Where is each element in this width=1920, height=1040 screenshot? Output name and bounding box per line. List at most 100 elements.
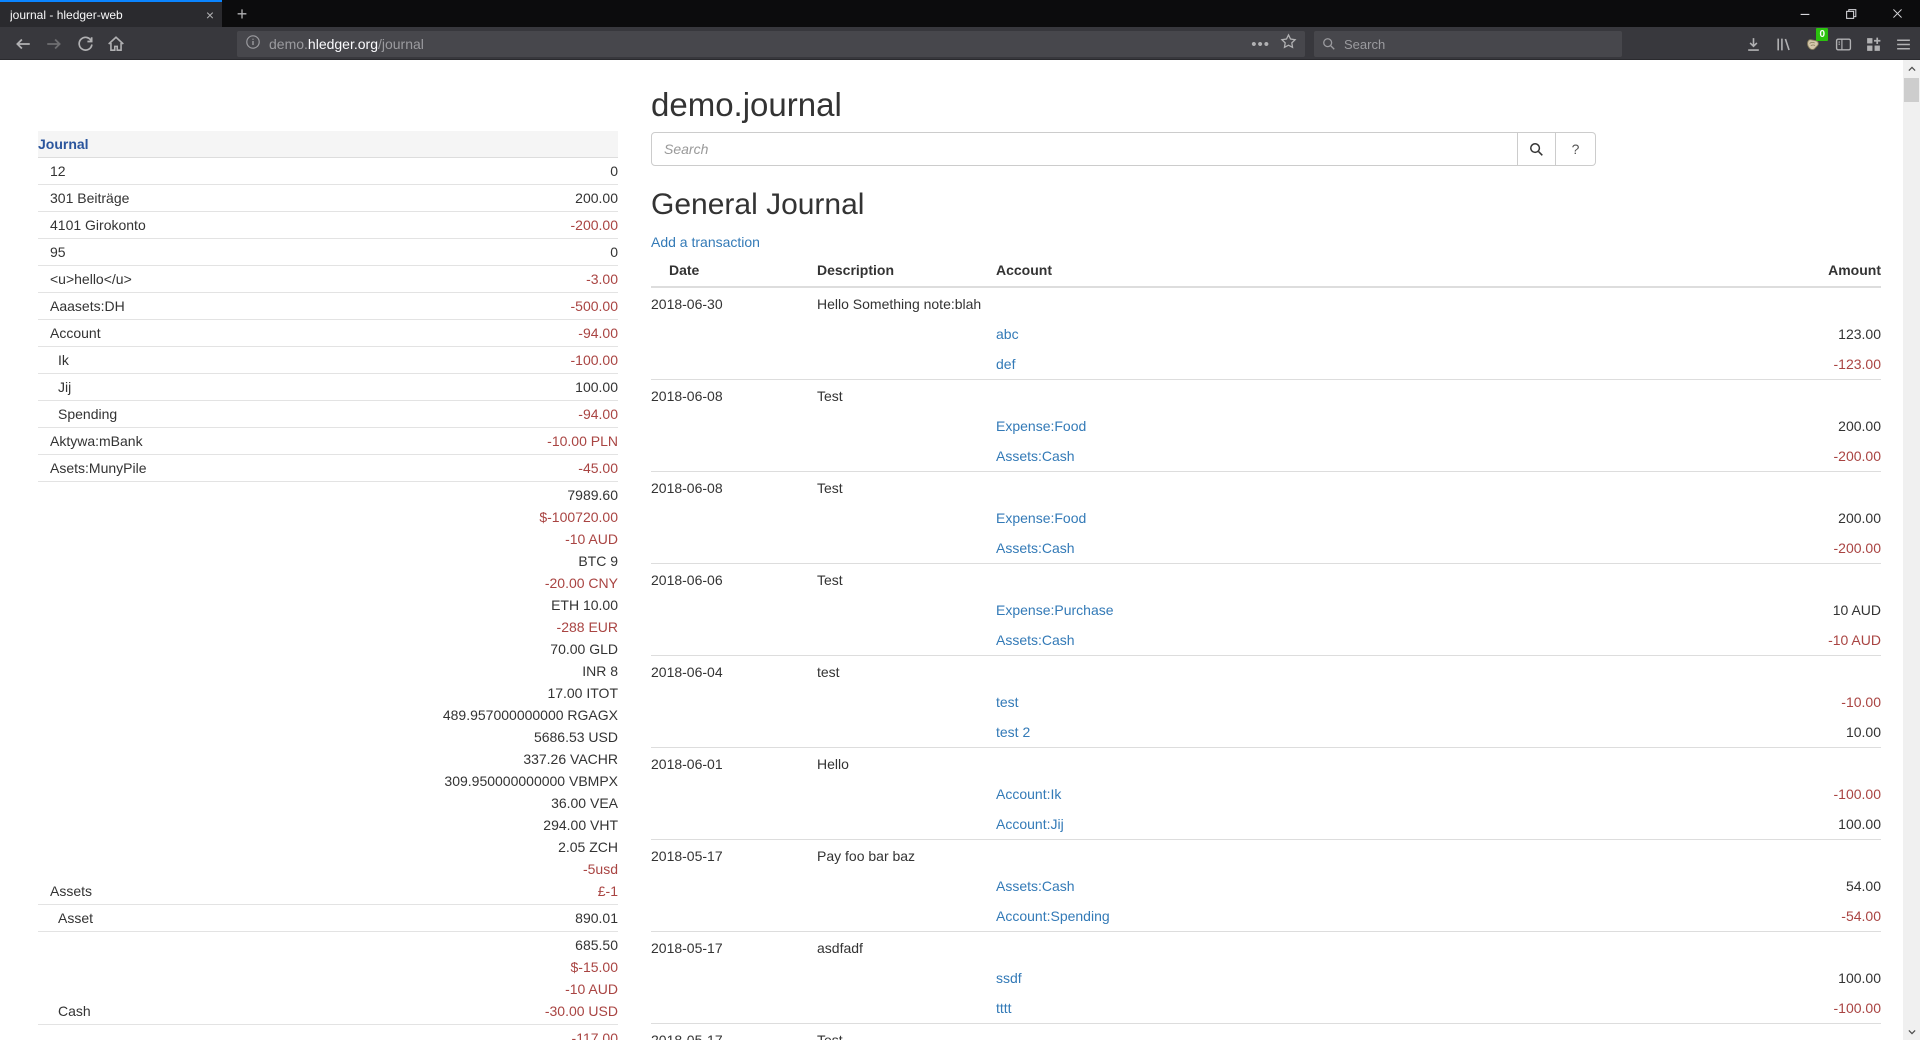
extension-icon[interactable]: 0 [1798, 34, 1828, 54]
close-button[interactable] [1874, 0, 1920, 27]
reload-icon[interactable] [70, 34, 100, 54]
sidebar-account-link[interactable]: Aaasets:DH [38, 296, 125, 317]
posting-account-link[interactable]: test 2 [996, 724, 1030, 740]
toolbar-search-input[interactable] [1344, 37, 1584, 52]
sidebar-account-link[interactable]: Spending [38, 404, 117, 425]
restore-button[interactable] [1828, 0, 1874, 27]
posting-account-link[interactable]: Account:Ik [996, 786, 1061, 802]
journal-search-button[interactable] [1518, 132, 1556, 166]
posting-amount: 54.00 [1761, 871, 1881, 901]
empty-cell [817, 319, 996, 349]
sidebar-account-link[interactable]: Cash [38, 1001, 91, 1022]
scroll-up-icon[interactable] [1903, 60, 1920, 77]
bookmark-star-icon[interactable] [1280, 33, 1297, 55]
empty-cell [817, 533, 996, 564]
posting-account-link[interactable]: ssdf [996, 970, 1022, 986]
sidebar-account-link[interactable]: Asset [38, 908, 93, 929]
balance-amount: -94.00 [101, 322, 618, 344]
transaction-date: 2018-05-17 [651, 840, 817, 872]
scroll-down-icon[interactable] [1903, 1023, 1920, 1040]
balance-amount: -3.00 [132, 268, 618, 290]
posting-amount: 123.00 [1761, 319, 1881, 349]
sidebar-account-balance: 890.01 [93, 907, 618, 929]
new-tab-button[interactable]: + [230, 3, 254, 25]
posting-account-link[interactable]: Account:Spending [996, 908, 1110, 924]
sidebar-account-link[interactable]: Asets:MunyPile [38, 458, 146, 479]
column-header-account: Account [996, 257, 1761, 287]
sidebar-account-link[interactable]: Jij [38, 377, 71, 398]
transaction-date: 2018-06-08 [651, 380, 817, 412]
titlebar: journal - hledger-web × + [0, 0, 1920, 27]
balance-amount: £-1 [92, 880, 618, 902]
tab-close-icon[interactable]: × [206, 8, 214, 22]
toolbar-search[interactable] [1314, 31, 1622, 57]
browser-tab[interactable]: journal - hledger-web × [0, 0, 222, 27]
sidebar-account-balance: -100.00 [69, 349, 618, 371]
url-bar[interactable]: demo.hledger.org/journal ••• [237, 31, 1305, 57]
posting-account-link[interactable]: Expense:Purchase [996, 602, 1114, 618]
sidebar-account-link[interactable]: <u>hello</u> [38, 269, 132, 290]
sidebar-account-link[interactable]: Assets [38, 881, 92, 902]
sidebar-account-link[interactable]: 301 Beiträge [38, 188, 129, 209]
posting-account-link[interactable]: Assets:Cash [996, 878, 1075, 894]
posting-account-link[interactable]: tttt [996, 1000, 1012, 1016]
posting-account-link[interactable]: Assets:Cash [996, 448, 1075, 464]
section-title: General Journal [651, 188, 1881, 222]
empty-cell [651, 625, 817, 656]
empty-cell [817, 779, 996, 809]
sidebar-account-row: 120 [38, 158, 618, 185]
scrollbar-thumb[interactable] [1904, 78, 1919, 102]
transaction-description: Hello Something note:blah [817, 287, 1761, 319]
sidebar-account-link[interactable]: Aktywa:mBank [38, 431, 143, 452]
empty-cell [651, 533, 817, 564]
posting-account-link[interactable]: def [996, 356, 1015, 372]
sidebar-item-journal[interactable]: Journal [38, 133, 89, 155]
posting-account-link[interactable]: test [996, 694, 1019, 710]
posting-account-link[interactable]: Expense:Food [996, 510, 1086, 526]
menu-icon[interactable] [1888, 34, 1918, 54]
sidebar-account-row: 301 Beiträge200.00 [38, 185, 618, 212]
posting-amount: -200.00 [1761, 441, 1881, 472]
search-help-button[interactable]: ? [1556, 132, 1596, 166]
sidebar-account-link[interactable]: 4101 Girokonto [38, 215, 146, 236]
sidebar-account-link[interactable]: Ik [38, 350, 69, 371]
add-transaction-link[interactable]: Add a transaction [651, 234, 760, 251]
posting-account-link[interactable]: abc [996, 326, 1019, 342]
posting-amount: 100.00 [1761, 963, 1881, 993]
sidebar-account-link[interactable]: 12 [38, 161, 66, 182]
posting-amount: 10.00 [1761, 717, 1881, 748]
apps-grid-icon[interactable] [1858, 34, 1888, 54]
empty-cell [1761, 840, 1881, 872]
balance-amount: 0 [66, 160, 618, 182]
page-scrollbar[interactable] [1903, 60, 1920, 1040]
balance-amount: 17.00 ITOT [92, 682, 618, 704]
extension-badge: 0 [1816, 28, 1828, 41]
sidebar-account-row: Spending-94.00 [38, 401, 618, 428]
home-icon[interactable] [101, 34, 131, 54]
balance-amount: ETH 10.00 [92, 594, 618, 616]
sidebar-account-balance: 7989.60$-100720.00-10 AUDBTC 9-20.00 CNY… [92, 484, 618, 902]
tab-title: journal - hledger-web [10, 8, 200, 22]
posting-account-link[interactable]: Assets:Cash [996, 632, 1075, 648]
empty-cell [817, 349, 996, 380]
sidebar-account-link[interactable]: 95 [38, 242, 66, 263]
sidebar-account-row: Jij100.00 [38, 374, 618, 401]
transaction-description: Hello [817, 748, 1761, 780]
posting-account-link[interactable]: Expense:Food [996, 418, 1086, 434]
posting-account-link[interactable]: Account:Jij [996, 816, 1064, 832]
sidebar-account-link[interactable]: Account [38, 323, 101, 344]
balance-amount: 685.50 [91, 934, 618, 956]
library-icon[interactable] [1768, 34, 1798, 54]
empty-cell [651, 687, 817, 717]
balance-amount: -200.00 [146, 214, 618, 236]
sidebar-toggle-icon[interactable] [1828, 34, 1858, 54]
posting-account-link[interactable]: Assets:Cash [996, 540, 1075, 556]
download-icon[interactable] [1738, 34, 1768, 54]
minimize-button[interactable] [1782, 0, 1828, 27]
page-actions-icon[interactable]: ••• [1251, 36, 1270, 53]
journal-search-input[interactable] [651, 132, 1518, 166]
site-info-icon[interactable] [245, 34, 261, 55]
forward-icon[interactable] [39, 34, 69, 54]
sidebar-account-row: Aaasets:DH-500.00 [38, 293, 618, 320]
back-icon[interactable] [8, 34, 38, 54]
